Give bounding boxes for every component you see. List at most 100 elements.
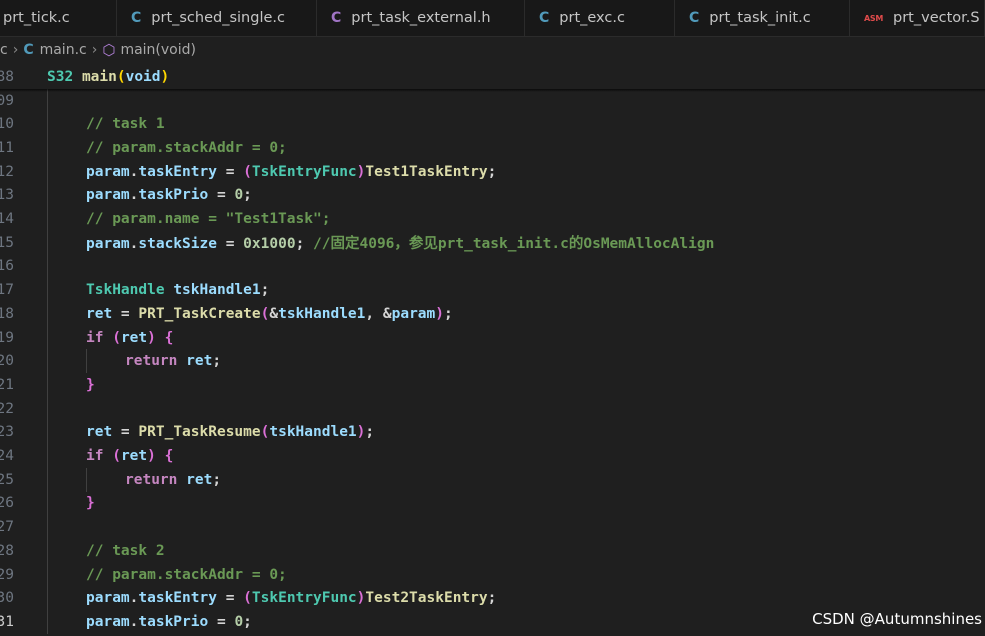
sticky-scroll-line[interactable]: 88 S32 main(void) bbox=[0, 65, 985, 89]
breadcrumb-folder[interactable]: c bbox=[0, 42, 8, 58]
code-line[interactable]: 21} bbox=[0, 373, 985, 397]
code-line[interactable]: 15 param.stackSize = 0x1000; //固定4096，参见p… bbox=[0, 231, 985, 255]
indent-guide bbox=[86, 467, 87, 492]
line-number: 88 bbox=[0, 68, 14, 85]
code-token: ) bbox=[147, 448, 156, 465]
code-line[interactable]: 29 // param.stackAddr = 0; bbox=[0, 563, 985, 587]
line-number: 24 bbox=[0, 448, 14, 465]
code-token: { bbox=[164, 448, 174, 465]
line-number: 11 bbox=[0, 139, 14, 156]
code-token: taskEntry bbox=[138, 590, 217, 607]
code-text: param.taskEntry = (TskEntryFunc)Test2Tas… bbox=[86, 590, 496, 606]
code-token: ; bbox=[260, 282, 270, 299]
code-token: 0 bbox=[234, 613, 244, 630]
tab-label: prt_task_init.c bbox=[709, 10, 811, 26]
tab-prt-exc-c[interactable]: Cprt_exc.c bbox=[525, 0, 675, 36]
code-line[interactable]: 11 // param.stackAddr = 0; bbox=[0, 136, 985, 160]
code-token: taskEntry bbox=[138, 163, 217, 180]
code-token: ret bbox=[120, 329, 148, 346]
line-number: 20 bbox=[0, 353, 14, 370]
code-line[interactable]: 16 bbox=[0, 255, 985, 279]
code-token: ( bbox=[116, 68, 126, 85]
line-number: 13 bbox=[0, 187, 14, 204]
code-token: = bbox=[216, 590, 244, 607]
code-text: // task 1 bbox=[86, 116, 165, 132]
code-text: // param.stackAddr = 0; bbox=[86, 567, 287, 583]
code-text: ret = PRT_TaskCreate(&tskHandle1, &param… bbox=[86, 306, 453, 322]
code-line[interactable]: 23 ret = PRT_TaskResume(tskHandle1); bbox=[0, 421, 985, 445]
tab-prt-vector-s[interactable]: ASM prt_vector.S bbox=[850, 0, 985, 36]
code-token: param bbox=[86, 236, 130, 253]
code-token: //固定4096，参见prt_task_init.c的OsMemAllocAli… bbox=[313, 236, 715, 253]
line-number: 14 bbox=[0, 211, 14, 228]
code-token: ; bbox=[487, 590, 497, 607]
code-text: // param.stackAddr = 0; bbox=[86, 140, 287, 156]
line-number: 22 bbox=[0, 400, 14, 417]
code-token: ; bbox=[487, 163, 497, 180]
code-line[interactable]: 17 TskHandle tskHandle1; bbox=[0, 278, 985, 302]
code-line[interactable]: 18 ret = PRT_TaskCreate(&tskHandle1, &par… bbox=[0, 302, 985, 326]
line-number: 27 bbox=[0, 519, 14, 536]
code-token: ; bbox=[243, 613, 252, 630]
code-token: return bbox=[125, 471, 178, 488]
tab-prt-task-external-h[interactable]: Cprt_task_external.h bbox=[317, 0, 525, 36]
code-token: taskPrio bbox=[138, 187, 209, 204]
code-line[interactable]: 12 param.taskEntry = (TskEntryFunc)Test1T… bbox=[0, 160, 985, 184]
code-token: PRT_TaskCreate bbox=[138, 305, 261, 322]
code-token: tskHandle1 bbox=[269, 424, 357, 441]
code-text: return ret; bbox=[125, 353, 221, 369]
code-token: ) bbox=[435, 305, 444, 322]
line-number: 15 bbox=[0, 234, 14, 251]
code-line[interactable]: 28 // task 2 bbox=[0, 539, 985, 563]
code-line[interactable]: 22 bbox=[0, 397, 985, 421]
code-text: // param.name = "Test1Task"; bbox=[86, 211, 330, 227]
code-line[interactable]: 25 return ret; bbox=[0, 468, 985, 492]
tab-prt-tick-c[interactable]: prt_tick.c bbox=[0, 0, 117, 36]
code-line[interactable]: 13 param.taskPrio = 0; bbox=[0, 184, 985, 208]
code-text: param.taskEntry = (TskEntryFunc)Test1Tas… bbox=[86, 164, 496, 180]
c-file-icon: C bbox=[23, 42, 34, 58]
code-line[interactable]: 20 return ret; bbox=[0, 349, 985, 373]
breadcrumb-symbol[interactable]: main(void) bbox=[120, 42, 196, 58]
code-token: ; bbox=[295, 236, 314, 253]
indent-guide bbox=[86, 349, 87, 374]
code-token: = bbox=[216, 236, 244, 253]
line-number: 16 bbox=[0, 258, 14, 275]
code-line[interactable]: 24 if (ret) { bbox=[0, 444, 985, 468]
code-line[interactable]: 14 // param.name = "Test1Task"; bbox=[0, 207, 985, 231]
editor-tab-bar: prt_tick.c Cprt_sched_single.c Cprt_task_e… bbox=[0, 0, 985, 37]
h-file-icon: C bbox=[331, 10, 342, 26]
code-line[interactable]: 30 param.taskEntry = (TskEntryFunc)Test2T… bbox=[0, 586, 985, 610]
tab-label: prt_tick.c bbox=[3, 10, 70, 26]
line-number: 17 bbox=[0, 282, 14, 299]
breadcrumb-file[interactable]: main.c bbox=[40, 42, 87, 58]
code-line[interactable]: 10 // task 1 bbox=[0, 112, 985, 136]
code-token: ; bbox=[365, 424, 375, 441]
code-text: ret = PRT_TaskResume(tskHandle1); bbox=[86, 424, 374, 440]
code-text: param.taskPrio = 0; bbox=[86, 187, 252, 203]
code-token: ret bbox=[120, 448, 148, 465]
code-token: // task 2 bbox=[86, 542, 165, 559]
code-editor[interactable]: 88 S32 main(void) 09 10// task 1 11 // param.… bbox=[0, 63, 985, 636]
code-line[interactable]: 19 if (ret) { bbox=[0, 326, 985, 350]
line-number: 12 bbox=[0, 163, 14, 180]
code-line[interactable]: 26} bbox=[0, 492, 985, 516]
code-line[interactable]: 09 bbox=[0, 89, 985, 113]
code-token: ) bbox=[147, 329, 156, 346]
code-token: } bbox=[86, 495, 95, 512]
chevron-right-icon: › bbox=[91, 42, 98, 58]
tab-prt-sched-single-c[interactable]: Cprt_sched_single.c bbox=[117, 0, 317, 36]
code-line[interactable]: 27 bbox=[0, 515, 985, 539]
code-token: TskEntryFunc bbox=[251, 163, 357, 180]
tab-label: prt_exc.c bbox=[559, 10, 625, 26]
code-text: param.taskPrio = 0; bbox=[86, 614, 252, 630]
tab-prt-task-init-c[interactable]: Cprt_task_init.c bbox=[675, 0, 850, 36]
c-file-icon: C bbox=[539, 10, 550, 26]
tab-label: prt_task_external.h bbox=[351, 10, 491, 26]
c-file-icon: C bbox=[131, 10, 142, 26]
